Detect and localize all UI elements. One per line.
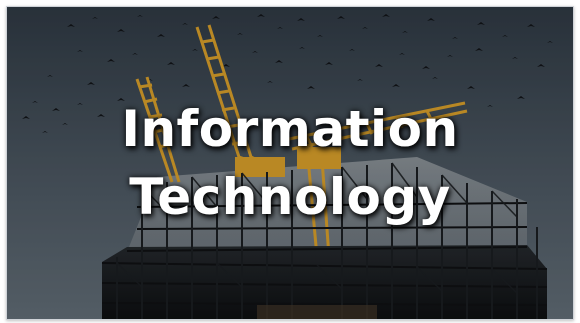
construction-site-image bbox=[7, 7, 573, 319]
banner-title-line1: Information bbox=[121, 100, 459, 158]
banner-card: Information Technology bbox=[6, 6, 574, 320]
banner-title-line2: Technology bbox=[129, 168, 451, 226]
construction-photo bbox=[7, 7, 573, 319]
